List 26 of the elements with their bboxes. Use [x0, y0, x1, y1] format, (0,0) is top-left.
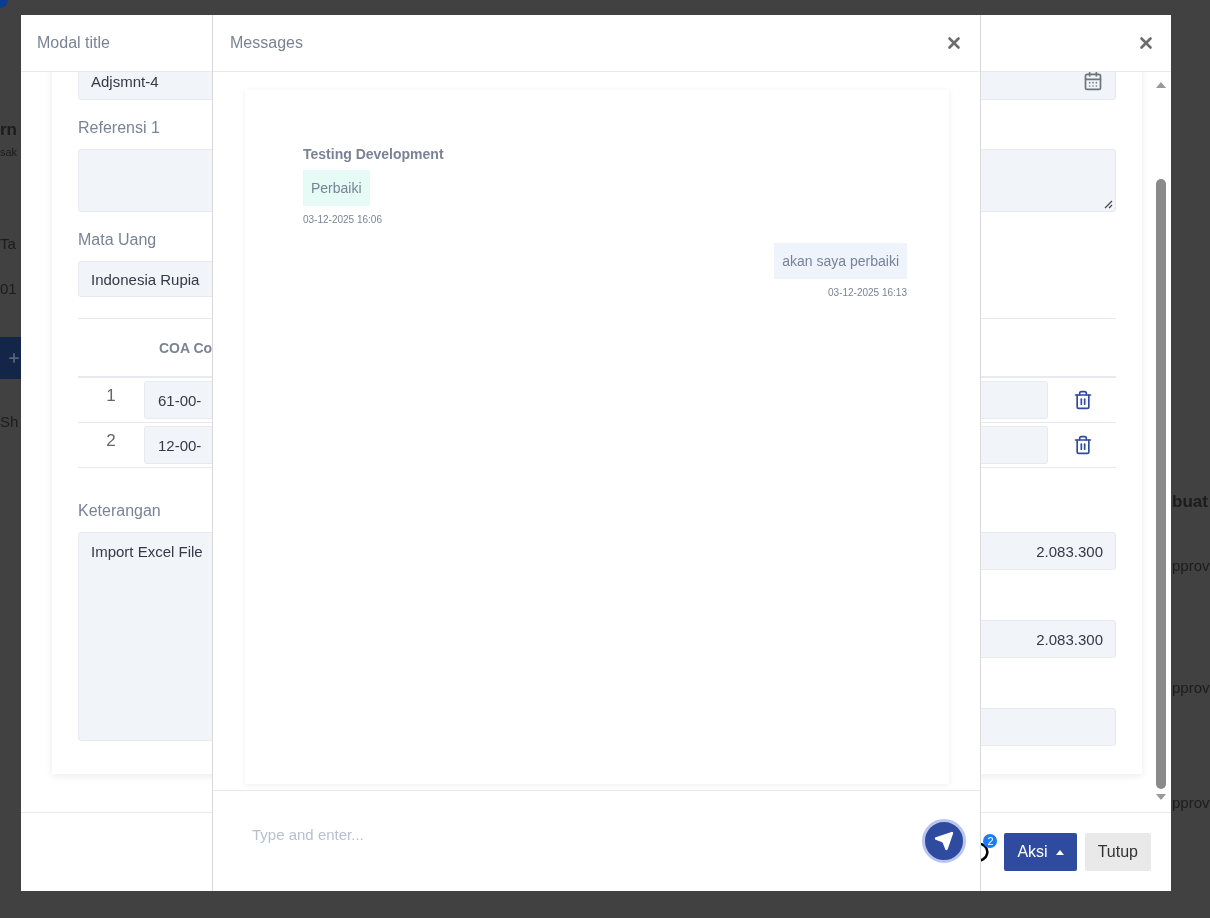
calendar-icon — [1083, 72, 1103, 91]
field-label: Mata Uang — [78, 230, 158, 250]
message-bubble: akan saya perbaiki — [774, 243, 907, 279]
caret-icon — [1055, 849, 1064, 855]
panel-title: Messages — [230, 34, 303, 52]
trash-icon[interactable] — [1073, 435, 1093, 455]
row-number: 1 — [105, 386, 117, 406]
notification-badge: 2 — [983, 834, 998, 848]
modal-title: Modal title — [37, 34, 110, 52]
send-button[interactable] — [922, 819, 966, 863]
message-time: 03-12-2025 16:06 — [303, 214, 382, 225]
close-icon[interactable] — [945, 34, 963, 52]
column-header: COA Co — [159, 339, 213, 356]
plus-icon — [7, 351, 21, 365]
field-label: Referensi 1 — [78, 118, 161, 138]
resize-handle-icon — [1104, 200, 1113, 209]
field-label: Keterangan — [78, 501, 162, 521]
close-button[interactable]: Tutup — [1084, 833, 1151, 871]
message-bubble: Perbaiki — [303, 170, 370, 206]
send-icon — [934, 831, 954, 851]
action-dropdown-button[interactable]: Aksi — [1004, 833, 1077, 871]
trash-icon[interactable] — [1073, 390, 1093, 410]
sender-name: Testing Development — [303, 146, 444, 162]
close-icon[interactable] — [1137, 34, 1155, 52]
row-number: 2 — [105, 431, 117, 451]
message-time: 03-12-2025 16:13 — [828, 287, 907, 298]
